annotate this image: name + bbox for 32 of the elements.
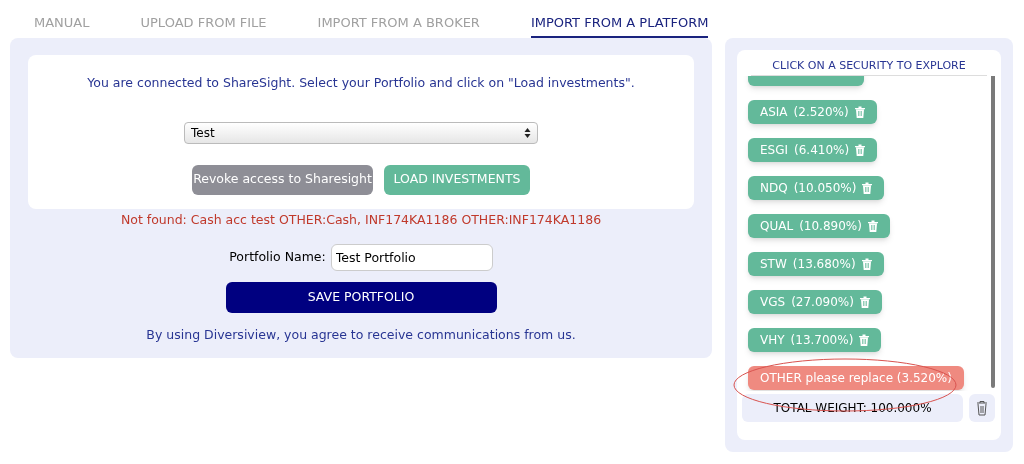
security-chip[interactable]: VGS (27.090%) bbox=[748, 290, 882, 314]
security-chip[interactable]: ASIA (2.520%) bbox=[748, 100, 877, 124]
security-chip[interactable]: OTHER please replace (3.520%) bbox=[748, 366, 964, 390]
trash-icon bbox=[861, 258, 872, 270]
tab[interactable]: MANUAL bbox=[34, 12, 90, 38]
security-chip[interactable]: STW (13.680%) bbox=[748, 252, 884, 276]
portfolio-name-field[interactable]: Test Portfolio bbox=[330, 243, 493, 271]
trash-icon bbox=[859, 296, 870, 308]
field-label: Portfolio Name: bbox=[229, 247, 326, 266]
instruction-text: You are connected to ShareSight. Select your Portfolio and click on "Load investments". bbox=[87, 74, 635, 92]
trash-icon bbox=[855, 144, 866, 156]
tab[interactable]: UPLOAD FROM FILE bbox=[140, 12, 267, 38]
security-chip[interactable]: VHY (13.700%) bbox=[748, 328, 882, 352]
total-weight: TOTAL WEIGHT: 100.000% bbox=[742, 394, 963, 422]
security-chip[interactable]: NDQ (10.050%) bbox=[748, 176, 885, 200]
trash-icon bbox=[854, 106, 865, 118]
security-chip[interactable]: QUAL (10.890%) bbox=[748, 214, 890, 238]
delete-all-button[interactable] bbox=[969, 394, 995, 422]
portfolio-select[interactable]: Test bbox=[184, 121, 538, 144]
trash-icon bbox=[859, 334, 870, 346]
revoke-button[interactable]: Revoke access to Sharesight bbox=[192, 164, 373, 195]
error-message: Not found: Cash acc test OTHER:Cash, INF174KA1186 OTHER:INF174KA1186 bbox=[120, 211, 602, 229]
security-chip[interactable]: ESGI (6.410%) bbox=[748, 138, 878, 162]
trash-icon bbox=[862, 182, 873, 194]
save-button[interactable]: SAVE PORTFOLIO bbox=[225, 281, 497, 313]
tab[interactable]: IMPORT FROM A BROKER bbox=[317, 12, 480, 38]
footer-note: By using Diversiview, you agree to receive communications from us. bbox=[146, 325, 576, 344]
load-button[interactable]: LOAD INVESTMENTS bbox=[384, 164, 530, 195]
select-arrows-icon bbox=[524, 126, 531, 139]
trash-icon bbox=[976, 400, 988, 416]
scrollbar[interactable] bbox=[991, 76, 995, 388]
trash-icon bbox=[867, 220, 878, 232]
